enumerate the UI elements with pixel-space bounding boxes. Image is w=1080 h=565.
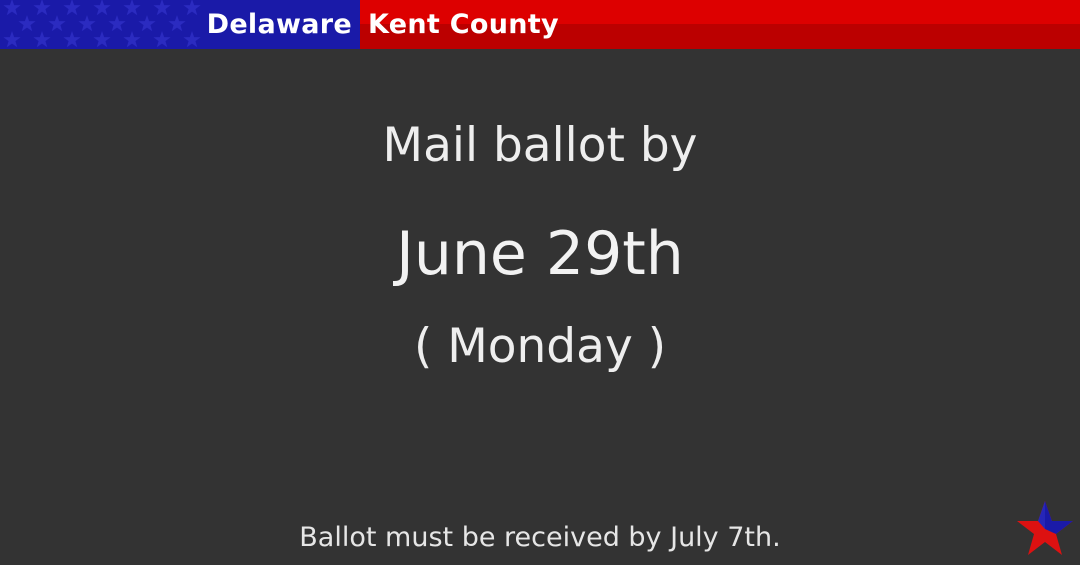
deadline-weekday: ( Monday ) xyxy=(413,319,667,374)
headline: Mail ballot by xyxy=(382,118,698,173)
deadline-date: June 29th xyxy=(396,219,684,289)
county-banner: Kent County xyxy=(360,0,1080,49)
receipt-note: Ballot must be received by July 7th. xyxy=(299,522,781,553)
state-banner: Delaware xyxy=(0,0,360,49)
header-banner: Delaware Kent County xyxy=(0,0,1080,49)
star-icon xyxy=(1017,501,1073,555)
state-name: Delaware xyxy=(206,9,352,40)
county-name: Kent County xyxy=(368,9,559,40)
